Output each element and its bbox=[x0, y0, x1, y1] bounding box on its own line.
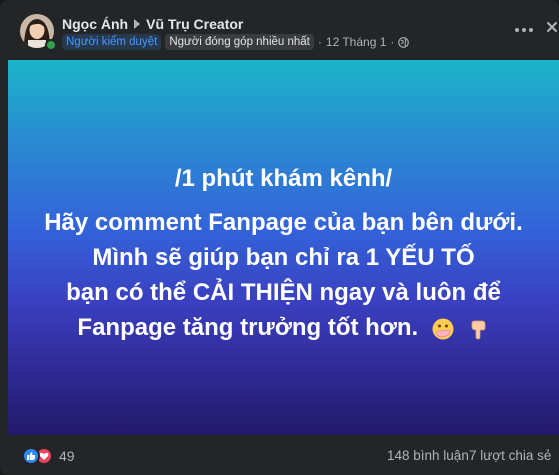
post-header: Ngọc Ánh Vũ Trụ Creator Người kiểm duyệt… bbox=[0, 0, 559, 58]
thumbs-up-icon bbox=[27, 452, 36, 460]
image-headline: /1 phút khám kênh/ bbox=[174, 165, 393, 192]
more-dot bbox=[529, 28, 533, 32]
image-text-line-4: Fanpage tăng trưởng tốt hơn. bbox=[77, 314, 419, 341]
globe-icon bbox=[398, 36, 410, 48]
more-dot bbox=[522, 28, 526, 32]
reactions-summary[interactable]: 49 bbox=[22, 447, 75, 465]
image-text-line: Mình sẽ giúp bạn chỉ ra 1 YẾU TỐ bbox=[92, 244, 475, 271]
post-footer: 49 148 bình luận 7 lượt chia sẻ bbox=[0, 436, 559, 475]
like-reaction-icon bbox=[22, 447, 40, 465]
author-avatar[interactable] bbox=[20, 14, 57, 51]
author-name[interactable]: Ngọc Ánh bbox=[62, 16, 128, 32]
post-meta: Người kiểm duyệt Người đóng góp nhiều nh… bbox=[62, 34, 410, 50]
separator-dot: · bbox=[317, 35, 322, 49]
close-icon[interactable] bbox=[544, 18, 559, 38]
heart-icon bbox=[39, 452, 49, 460]
post-card: Ngọc Ánh Vũ Trụ Creator Người kiểm duyệt… bbox=[0, 0, 559, 475]
face-with-hand-over-mouth-icon bbox=[432, 318, 454, 340]
group-name[interactable]: Vũ Trụ Creator bbox=[146, 16, 243, 32]
top-contributor-badge[interactable]: Người đóng góp nhiều nhất bbox=[165, 34, 314, 50]
reaction-count: 49 bbox=[59, 448, 75, 464]
author-group-line: Ngọc Ánh Vũ Trụ Creator bbox=[62, 16, 243, 32]
image-text-line-last: Fanpage tăng trưởng tốt hơn. bbox=[77, 310, 489, 345]
post-image[interactable]: /1 phút khám kênh/ Hãy comment Fanpage c… bbox=[8, 60, 559, 435]
separator-dot-2: · bbox=[390, 35, 395, 49]
online-status-indicator bbox=[45, 39, 57, 51]
caret-right-icon bbox=[134, 19, 141, 29]
image-text-line: bạn có thể CẢI THIỆN ngay và luôn để bbox=[66, 279, 501, 306]
image-text-line: Hãy comment Fanpage của bạn bên dưới. bbox=[44, 209, 523, 236]
shares-count-link[interactable]: 7 lượt chia sẻ bbox=[469, 448, 551, 463]
post-date[interactable]: 12 Tháng 1 bbox=[326, 35, 387, 49]
moderator-badge[interactable]: Người kiểm duyệt bbox=[62, 34, 162, 50]
more-dot bbox=[515, 28, 519, 32]
pointing-down-icon bbox=[471, 320, 485, 340]
comments-count-link[interactable]: 148 bình luận bbox=[387, 448, 469, 463]
more-options-button[interactable] bbox=[512, 22, 536, 38]
